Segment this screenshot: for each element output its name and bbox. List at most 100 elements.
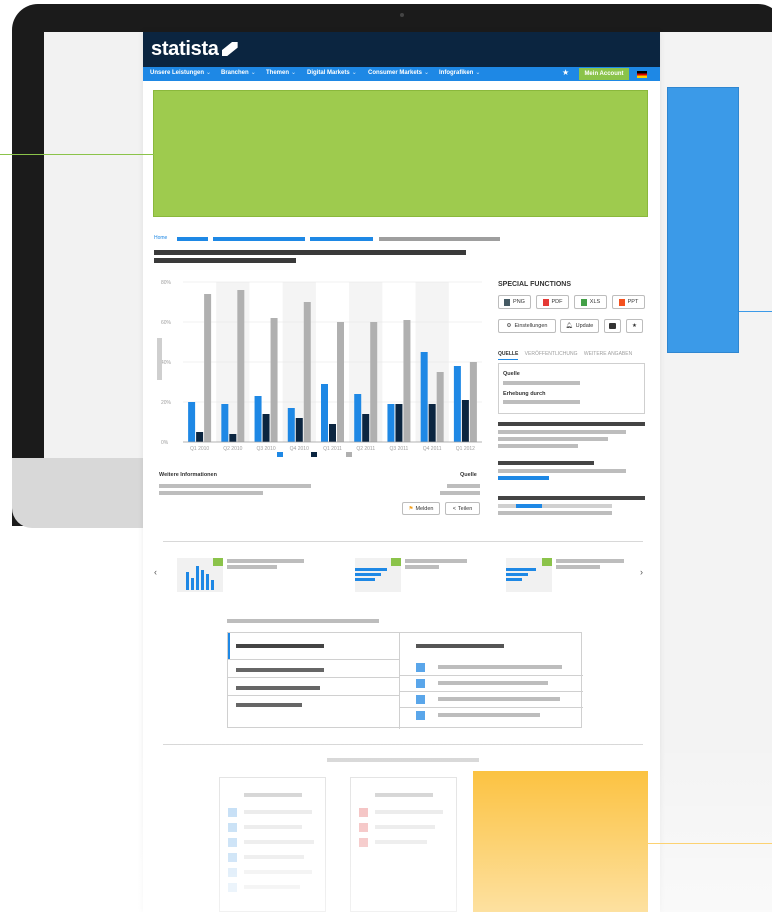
list-icon (359, 808, 368, 817)
tab-quelle[interactable]: QUELLE (498, 351, 519, 360)
report-button[interactable]: ⚑ Melden (402, 502, 440, 515)
list-icon (228, 838, 237, 847)
breadcrumb-item[interactable] (213, 237, 305, 241)
row-divider (400, 707, 583, 708)
row-divider (228, 695, 399, 696)
settings-button[interactable]: ⚙ Einstellungen (498, 319, 556, 333)
table-tab[interactable] (236, 686, 320, 690)
table-tab[interactable] (236, 644, 324, 648)
nav-item-branchen[interactable]: Branchen ⌄ (221, 69, 256, 76)
source-heading: Quelle (460, 472, 477, 478)
source-value (503, 381, 580, 385)
card-title (244, 793, 302, 797)
chart-bar (196, 432, 204, 442)
xls-icon (580, 298, 587, 306)
table-tab[interactable] (236, 703, 302, 707)
related-title[interactable] (405, 565, 439, 569)
tab-weitere-angaben[interactable]: WEITERE ANGABEN (584, 351, 632, 357)
chart-bar (237, 290, 245, 442)
mini-hbar (506, 573, 528, 576)
list-item[interactable] (438, 681, 548, 685)
list-item[interactable] (438, 697, 560, 701)
related-title[interactable] (556, 565, 600, 569)
list-item[interactable] (375, 810, 443, 814)
carousel-prev-icon[interactable]: ‹ (154, 567, 157, 577)
table-heading (416, 644, 504, 648)
info-text (159, 491, 263, 495)
table-tab[interactable] (236, 668, 324, 672)
nav-item-consumer-markets[interactable]: Consumer Markets ⌄ (368, 69, 429, 76)
list-item[interactable] (244, 855, 304, 859)
info-link[interactable] (498, 476, 549, 480)
download-xls-button[interactable]: XLS (574, 295, 607, 309)
list-icon (228, 823, 237, 832)
list-item[interactable] (244, 885, 300, 889)
mini-hbar (355, 568, 387, 571)
chart-bar (287, 408, 295, 442)
breadcrumb-item[interactable] (310, 237, 373, 241)
list-item[interactable] (375, 840, 427, 844)
list-item[interactable] (438, 713, 540, 717)
star-icon[interactable]: ★ (562, 68, 569, 77)
list-item[interactable] (244, 840, 314, 844)
camera-dot (400, 13, 404, 17)
y-tick-label: 20% (161, 400, 172, 406)
flag-icon: ⚑ (408, 505, 414, 512)
list-item[interactable] (244, 870, 312, 874)
related-thumbnail[interactable] (177, 558, 223, 592)
category-card[interactable] (350, 777, 457, 912)
button-label: Melden (415, 505, 434, 512)
download-ppt-button[interactable]: PPT (612, 295, 645, 309)
list-item[interactable] (244, 825, 302, 829)
list-item[interactable] (375, 825, 435, 829)
section-heading (327, 758, 479, 762)
nav-item-digital-markets[interactable]: Digital Markets ⌄ (307, 69, 357, 76)
chart-bar (461, 400, 469, 442)
related-title[interactable] (405, 559, 467, 563)
related-title[interactable] (227, 565, 277, 569)
list-icon (416, 695, 425, 704)
progress-fill (516, 504, 542, 508)
related-thumbnail[interactable] (355, 558, 401, 592)
related-title[interactable] (556, 559, 624, 563)
related-thumbnail[interactable] (506, 558, 552, 592)
tab-veroeffentlichung[interactable]: VERÖFFENTLICHUNG (525, 351, 578, 357)
nav-item-infografiken[interactable]: Infografiken ⌄ (439, 69, 480, 76)
ad-banner-bottom[interactable] (473, 771, 648, 912)
info-heading (498, 496, 645, 500)
statista-logo[interactable]: statista (151, 38, 238, 61)
topic-table (227, 632, 583, 729)
list-icon (416, 711, 425, 720)
list-item[interactable] (438, 665, 562, 669)
chart-bar (395, 404, 403, 442)
source-text (440, 491, 480, 495)
download-pdf-button[interactable]: PDF (536, 295, 569, 309)
share-button[interactable]: < Teilen (445, 502, 480, 515)
account-button[interactable]: Mein Account (579, 68, 629, 80)
nav-item-leistungen[interactable]: Unsere Leistungen ⌄ (150, 69, 211, 76)
print-icon (609, 323, 616, 329)
german-flag-icon[interactable] (637, 71, 647, 78)
favorite-button[interactable]: ★ (626, 319, 643, 333)
mini-bar (201, 570, 204, 590)
chevron-down-icon: ⌄ (424, 70, 430, 76)
ad-banner-top[interactable] (153, 90, 648, 217)
breadcrumb-home[interactable]: Home (154, 235, 167, 241)
related-title[interactable] (227, 559, 304, 563)
mini-hbar (506, 578, 522, 581)
ad-banner-skyscraper[interactable] (667, 87, 739, 353)
breadcrumb-item[interactable] (177, 237, 208, 241)
info-line (498, 444, 578, 448)
print-button[interactable] (604, 319, 621, 333)
chart-bar (329, 424, 336, 442)
list-icon (359, 838, 368, 847)
download-png-button[interactable]: PNG (498, 295, 531, 309)
category-card[interactable] (219, 777, 326, 912)
carousel-next-icon[interactable]: › (640, 567, 643, 577)
nav-item-themen[interactable]: Themen ⌄ (266, 69, 296, 76)
further-info-label: Weitere Informationen (159, 472, 217, 478)
list-item[interactable] (244, 810, 312, 814)
active-tab-indicator (228, 633, 230, 659)
update-button[interactable]: 🔔︎ Update (560, 319, 599, 333)
thumbnail-badge (542, 558, 552, 566)
